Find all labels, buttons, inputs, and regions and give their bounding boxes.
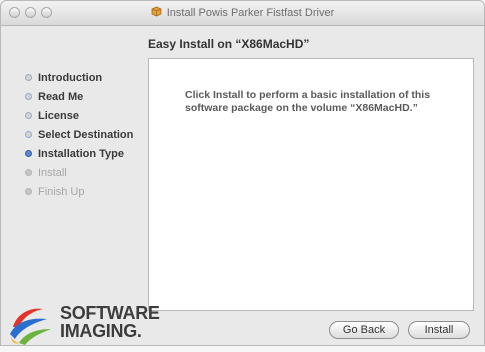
content-pane: Click Install to perform a basic install… [148,58,474,311]
step-bullet-icon [25,188,32,195]
step-installation-type: Installation Type [25,144,150,163]
pane-header: Easy Install on “X86MacHD” [148,37,310,51]
step-select-destination: Select Destination [25,125,150,144]
package-icon [151,6,162,17]
title-bar: Install Powis Parker Fistfast Driver [1,1,484,26]
step-license: License [25,106,150,125]
logo-swirl-icon [10,308,51,345]
software-imaging-logo: SOFTWARE IMAGING. [7,301,160,347]
step-bullet-icon [25,131,32,138]
step-bullet-icon [25,74,32,81]
installer-window: Install Powis Parker Fistfast Driver Eas… [0,0,485,346]
step-label: Read Me [38,90,84,103]
step-install: Install [25,163,150,182]
step-bullet-icon [25,112,32,119]
step-read-me: Read Me [25,87,150,106]
step-label: Install [38,166,67,179]
window-title: Install Powis Parker Fistfast Driver [1,6,484,19]
step-bullet-icon [25,150,32,157]
step-label: Select Destination [38,128,134,141]
step-bullet-icon [25,169,32,176]
step-introduction: Introduction [25,68,150,87]
step-label: License [38,109,79,122]
go-back-button[interactable]: Go Back [329,321,399,339]
installer-steps-sidebar: Introduction Read Me License Select Dest… [25,68,150,201]
install-button[interactable]: Install [408,321,470,339]
step-label: Introduction [38,71,103,84]
logo-line-2: IMAGING. [60,321,142,341]
step-label: Installation Type [38,147,124,160]
install-message: Click Install to perform a basic install… [185,89,431,114]
step-finish-up: Finish Up [25,182,150,201]
window-title-text: Install Powis Parker Fistfast Driver [166,7,335,19]
step-bullet-icon [25,93,32,100]
step-label: Finish Up [38,185,85,198]
